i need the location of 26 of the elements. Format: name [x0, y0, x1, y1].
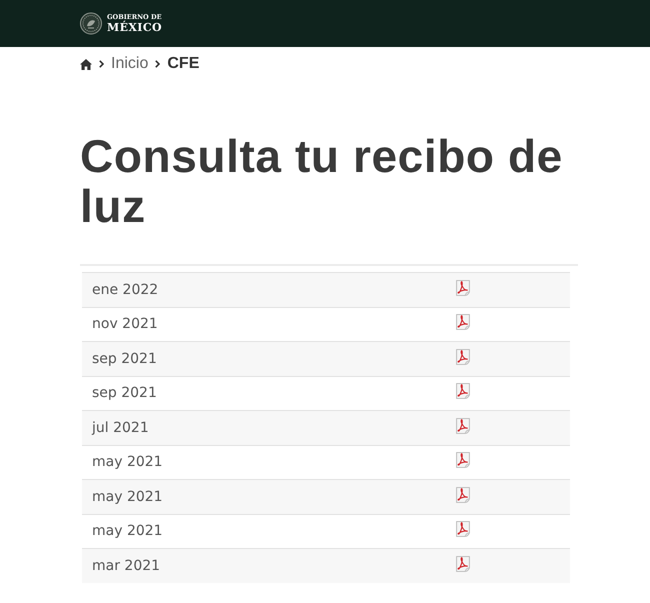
pdf-file-icon[interactable] — [456, 521, 470, 538]
pdf-file-icon[interactable] — [456, 556, 470, 572]
logo-text: MÉXICO — [107, 22, 162, 34]
date-cell-text: jul 2021 — [90, 420, 149, 436]
date-cell-text: may 2021 — [91, 488, 163, 505]
pdf-file-icon[interactable] — [456, 314, 470, 330]
chevron-icon — [155, 60, 160, 68]
pdf-file-icon[interactable] — [456, 418, 470, 434]
pdf-file-icon[interactable] — [456, 383, 470, 400]
pdf-file-icon[interactable] — [456, 280, 470, 296]
chevron-icon — [99, 60, 104, 68]
pdf-file-icon[interactable] — [456, 452, 470, 468]
emblem-icon — [80, 12, 102, 35]
current-page-label: CFE — [167, 55, 200, 73]
date-cell-text: nov 2021 — [91, 316, 158, 332]
date-cell-text: may 2021 — [91, 523, 163, 540]
pdf-file-icon[interactable] — [456, 486, 470, 503]
breadcrumb-link[interactable]: Inicio — [111, 55, 148, 73]
date-cell-text: sep 2021 — [91, 385, 157, 402]
date-cell-text: sep 2021 — [91, 350, 157, 367]
date-cell-text: ene 2022 — [91, 282, 158, 298]
home-icon[interactable] — [80, 58, 92, 70]
date-cell-text: may 2021 — [91, 454, 163, 470]
date-cell-text: mar 2021 — [91, 558, 160, 574]
pdf-file-icon[interactable] — [456, 348, 470, 365]
page-title: Consulta tu recibo de luz — [80, 131, 564, 231]
